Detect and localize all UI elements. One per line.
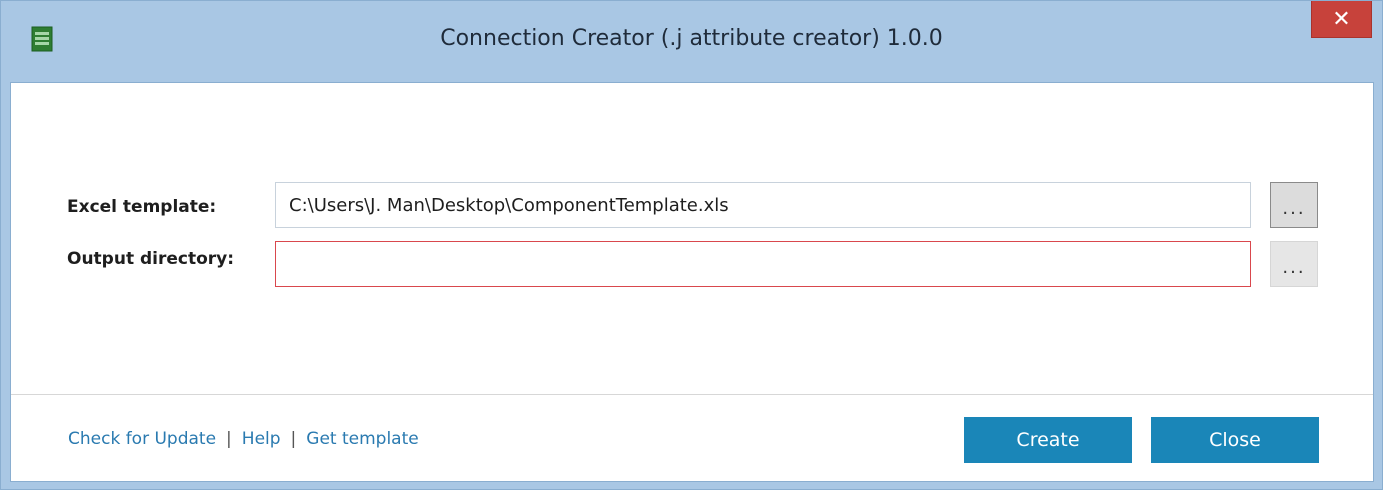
check-for-update-link[interactable]: Check for Update xyxy=(68,429,216,449)
window-title: Connection Creator (.j attribute creator… xyxy=(440,26,943,51)
create-button[interactable]: Create xyxy=(964,417,1132,463)
output-directory-browse-button[interactable]: ... xyxy=(1270,241,1318,287)
link-separator: | xyxy=(226,429,232,449)
excel-template-browse-button[interactable]: ... xyxy=(1270,182,1318,228)
close-button[interactable]: Close xyxy=(1151,417,1319,463)
close-icon[interactable]: ✕ xyxy=(1311,1,1372,38)
help-link[interactable]: Help xyxy=(242,429,281,449)
footer-divider xyxy=(11,394,1373,395)
footer-links: Check for Update | Help | Get template xyxy=(68,429,419,449)
get-template-link[interactable]: Get template xyxy=(306,429,418,449)
app-window: Connection Creator (.j attribute creator… xyxy=(0,0,1383,490)
output-directory-label: Output directory: xyxy=(67,249,235,269)
dialog-body: Excel template: C:\Users\J. Man\Desktop\… xyxy=(10,82,1374,482)
excel-template-label: Excel template: xyxy=(67,197,217,217)
link-separator: | xyxy=(290,429,297,449)
output-directory-field[interactable] xyxy=(275,241,1251,287)
excel-template-field[interactable]: C:\Users\J. Man\Desktop\ComponentTemplat… xyxy=(275,182,1251,228)
title-bar[interactable]: Connection Creator (.j attribute creator… xyxy=(1,1,1382,82)
